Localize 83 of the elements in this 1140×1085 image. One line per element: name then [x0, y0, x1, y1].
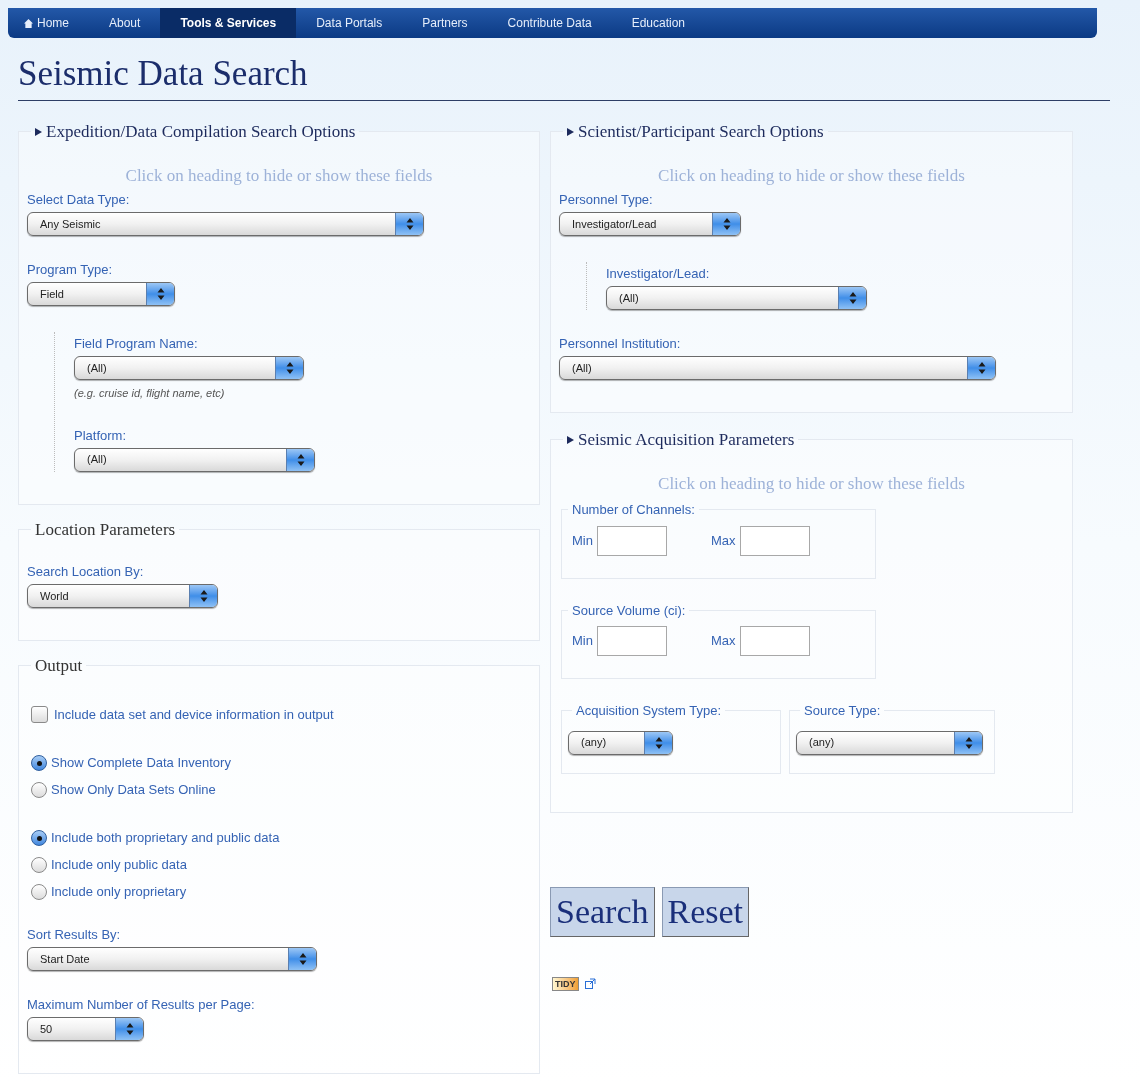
- field-label: Program Type:: [27, 262, 114, 278]
- hint-text: (e.g. cruise id, flight name, etc): [74, 386, 226, 401]
- dropdown[interactable]: Field: [27, 282, 175, 306]
- stepper-arrows-icon: [654, 735, 663, 750]
- stepper-arrows-icon: [156, 287, 165, 301]
- triangle-right-icon: [35, 127, 42, 136]
- stepper-arrows-icon: [722, 217, 731, 231]
- max-input[interactable]: [739, 626, 810, 656]
- field-label: Field Program Name:: [74, 336, 199, 352]
- dropdown[interactable]: (All): [606, 286, 867, 310]
- nav-link[interactable]: Tools & Services: [160, 8, 297, 38]
- checkbox-label: Include data set and device information in output: [54, 705, 334, 724]
- nav-link[interactable]: Home: [20, 8, 89, 38]
- hint-text: Click on heading to hide or show these fields: [657, 472, 966, 495]
- field-label: Max: [710, 632, 736, 651]
- dropdown[interactable]: 50: [27, 1017, 144, 1041]
- stepper-arrows-icon: [298, 952, 307, 966]
- checkbox[interactable]: [31, 705, 48, 723]
- stepper-arrows-icon: [199, 589, 208, 603]
- dropdown[interactable]: (All): [559, 356, 996, 380]
- nav-link[interactable]: Partners: [402, 8, 488, 38]
- radio-button[interactable]: [31, 857, 47, 873]
- section-heading[interactable]: Scientist/Participant Search Options: [563, 119, 828, 145]
- stepper-arrows-icon: [405, 217, 414, 231]
- field-label: Maximum Number of Results per Page:: [27, 997, 256, 1013]
- field-label: Min: [572, 632, 593, 651]
- nav-link[interactable]: Contribute Data: [487, 8, 612, 38]
- nav-link[interactable]: About: [89, 8, 161, 38]
- hint-text: Click on heading to hide or show these fields: [657, 164, 966, 187]
- field-label: Min: [572, 531, 593, 550]
- max-input[interactable]: [739, 525, 810, 556]
- stepper-arrows-icon: [977, 361, 986, 375]
- field-label: Personnel Type:: [559, 192, 654, 208]
- validator-badge[interactable]: TIDY: [552, 976, 579, 991]
- nav-link[interactable]: Education: [611, 8, 705, 38]
- page-title: Seismic Data Search: [18, 54, 309, 95]
- external-link-icon[interactable]: [584, 978, 596, 989]
- nav-link[interactable]: Data Portals: [296, 8, 403, 38]
- stepper-arrows-icon: [285, 361, 294, 375]
- stepper-arrows-icon: [848, 291, 857, 305]
- radio-button[interactable]: [31, 830, 47, 846]
- min-input[interactable]: [596, 626, 667, 656]
- section-title: Location Parameters: [34, 518, 177, 541]
- radio-button[interactable]: [31, 884, 47, 900]
- button[interactable]: Reset: [661, 886, 750, 937]
- radio-label: Show Complete Data Inventory: [51, 754, 231, 773]
- button[interactable]: Search: [550, 886, 655, 937]
- fieldset-legend: Source Type:: [800, 701, 885, 721]
- radio-label: Show Only Data Sets Online: [51, 781, 216, 800]
- field-label: Max: [710, 531, 736, 550]
- fieldset-legend: Source Volume (ci):: [568, 600, 690, 620]
- dropdown[interactable]: (All): [74, 447, 315, 472]
- fieldset-legend: Acquisition System Type:: [572, 701, 725, 721]
- triangle-right-icon: [567, 435, 574, 444]
- dropdown[interactable]: (any): [796, 730, 983, 755]
- fieldset-legend: Number of Channels:: [568, 500, 699, 520]
- dropdown[interactable]: World: [27, 584, 218, 608]
- home-icon: [24, 18, 33, 28]
- section-heading[interactable]: Expedition/Data Compilation Search Options: [31, 119, 360, 145]
- field-label: Sort Results By:: [27, 927, 122, 943]
- dropdown[interactable]: Any Seismic: [27, 212, 424, 236]
- dropdown[interactable]: (any): [568, 730, 673, 755]
- radio-label: Include only public data: [51, 856, 187, 875]
- dropdown[interactable]: (All): [74, 356, 304, 380]
- field-label: Personnel Institution:: [559, 336, 682, 352]
- dropdown[interactable]: Investigator/Lead: [559, 212, 741, 236]
- dropdown[interactable]: Start Date: [27, 947, 317, 971]
- radio-label: Include both proprietary and public data: [51, 829, 280, 848]
- stepper-arrows-icon: [296, 452, 305, 467]
- min-input[interactable]: [596, 525, 667, 556]
- field-label: Select Data Type:: [27, 192, 131, 208]
- radio-button[interactable]: [31, 755, 47, 771]
- hint-text: Click on heading to hide or show these fields: [124, 164, 434, 187]
- section-title: Output: [34, 655, 84, 677]
- radio-label: Include only proprietary: [51, 883, 187, 902]
- stepper-arrows-icon: [125, 1022, 134, 1036]
- field-label: Investigator/Lead:: [606, 266, 711, 282]
- triangle-right-icon: [567, 127, 574, 136]
- radio-button[interactable]: [31, 782, 47, 798]
- field-label: Platform:: [74, 427, 127, 444]
- field-label: Search Location By:: [27, 564, 145, 580]
- section-heading[interactable]: Seismic Acquisition Parameters: [563, 427, 799, 453]
- stepper-arrows-icon: [964, 735, 973, 750]
